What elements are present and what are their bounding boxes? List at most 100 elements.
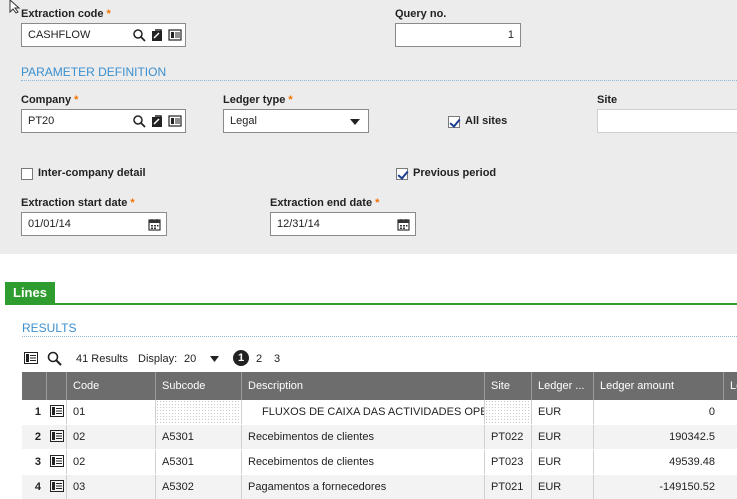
- required-marker: *: [288, 94, 293, 106]
- page-link[interactable]: 3: [274, 353, 280, 365]
- cell-site: PT021: [484, 475, 531, 499]
- calendar-icon[interactable]: [397, 218, 410, 231]
- cell-code: 02: [66, 425, 155, 449]
- end-date-value: 12/31/14: [277, 218, 320, 230]
- site-field[interactable]: [597, 109, 737, 133]
- required-marker: *: [130, 197, 135, 209]
- display-count-value: 20: [184, 353, 197, 365]
- display-label: Display:: [138, 353, 178, 365]
- cell-site: PT023: [484, 450, 531, 474]
- company-field[interactable]: PT20: [21, 109, 186, 133]
- cell-subcode: A5301: [155, 425, 241, 449]
- table-row[interactable]: 3 02 A5301 Recebimentos de clientes PT02…: [22, 450, 737, 474]
- dropdown-arrow-icon: [350, 119, 360, 125]
- column-header-ledger-currency[interactable]: Ledger ...: [531, 372, 593, 400]
- row-detail-icon[interactable]: [50, 430, 64, 442]
- column-header-description[interactable]: Description: [241, 372, 484, 400]
- search-icon[interactable]: [47, 351, 63, 366]
- end-date-field[interactable]: 12/31/14: [270, 212, 416, 236]
- goto-icon[interactable]: [150, 114, 164, 128]
- table-row[interactable]: 2 02 A5301 Recebimentos de clientes PT02…: [22, 425, 737, 449]
- cell-amount: -149150.52: [593, 475, 723, 499]
- extraction-code-label: Extraction code *: [21, 8, 111, 20]
- cell-site: PT022: [484, 425, 531, 449]
- required-marker: *: [375, 197, 380, 209]
- tab-underline: [5, 303, 737, 305]
- intercompany-checkbox[interactable]: [21, 168, 33, 180]
- cell-amount: 190342.5: [593, 425, 723, 449]
- dropdown-arrow-icon[interactable]: [210, 356, 219, 362]
- row-detail-icon[interactable]: [50, 455, 64, 467]
- ledger-type-value: Legal: [230, 115, 257, 127]
- start-date-label: Extraction start date *: [21, 197, 135, 209]
- column-header-subcode[interactable]: Subcode: [155, 372, 241, 400]
- cell-currency: EUR: [531, 475, 593, 499]
- column-header-truncated[interactable]: Le: [723, 372, 737, 400]
- cell-amount: 0: [593, 400, 723, 424]
- query-no-field[interactable]: 1: [395, 23, 521, 47]
- company-value: PT20: [28, 115, 55, 127]
- tab-lines[interactable]: Lines: [5, 282, 55, 304]
- calendar-icon[interactable]: [148, 218, 161, 231]
- row-number: 3: [34, 456, 41, 468]
- column-header-site[interactable]: Site: [484, 372, 531, 400]
- detail-icon[interactable]: [168, 114, 182, 128]
- cell-code: 03: [66, 475, 155, 499]
- row-detail-icon[interactable]: [50, 480, 64, 492]
- table-row[interactable]: 4 03 A5302 Pagamentos a fornecedores PT0…: [22, 475, 737, 499]
- results-grid-header: Code Subcode Description Site Ledger ...…: [22, 372, 737, 400]
- list-view-icon[interactable]: [24, 352, 38, 364]
- search-icon[interactable]: [132, 28, 146, 42]
- all-sites-checkbox[interactable]: [448, 116, 460, 128]
- start-date-field[interactable]: 01/01/14: [21, 212, 167, 236]
- extraction-code-field[interactable]: CASHFLOW: [21, 23, 186, 47]
- detail-icon[interactable]: [168, 28, 182, 42]
- mouse-cursor-icon: [9, 0, 21, 14]
- cell-description: Recebimentos de clientes: [241, 425, 484, 449]
- ledger-type-select[interactable]: Legal: [223, 109, 369, 133]
- required-marker: *: [74, 94, 79, 106]
- cell-description: Pagamentos a fornecedores: [241, 475, 484, 499]
- display-count-select[interactable]: 20: [184, 353, 196, 365]
- ledger-type-label: Ledger type *: [223, 94, 293, 106]
- parameter-definition-title: PARAMETER DEFINITION: [21, 65, 167, 79]
- goto-icon[interactable]: [150, 28, 164, 42]
- search-icon[interactable]: [132, 114, 146, 128]
- required-marker: *: [106, 8, 111, 20]
- previous-period-label: Previous period: [413, 167, 497, 179]
- section-divider: [21, 80, 737, 81]
- cell-currency: EUR: [531, 425, 593, 449]
- row-number: 2: [34, 431, 41, 443]
- extraction-code-value: CASHFLOW: [28, 29, 91, 41]
- row-number: 1: [34, 406, 41, 418]
- start-date-value: 01/01/14: [28, 218, 71, 230]
- page-link[interactable]: 2: [256, 353, 262, 365]
- cell-subcode: A5301: [155, 450, 241, 474]
- end-date-label: Extraction end date *: [270, 197, 380, 209]
- cell-currency: EUR: [531, 400, 593, 424]
- cell-site: [484, 400, 531, 424]
- intercompany-label: Inter-company detail: [38, 167, 146, 179]
- results-divider: [22, 336, 737, 337]
- row-number: 4: [34, 481, 41, 493]
- row-detail-icon[interactable]: [50, 405, 64, 417]
- query-no-label: Query no.: [395, 8, 447, 20]
- column-header-code[interactable]: Code: [66, 372, 155, 400]
- column-header-ledger-amount[interactable]: Ledger amount: [593, 372, 723, 400]
- criteria-panel: Extraction code * CASHFLOW Query no. 1 PA…: [0, 0, 737, 254]
- cell-subcode: [155, 400, 241, 424]
- cell-subcode: A5302: [155, 475, 241, 499]
- site-label: Site: [597, 94, 618, 106]
- cell-currency: EUR: [531, 450, 593, 474]
- cell-description: Recebimentos de clientes: [241, 450, 484, 474]
- results-title: RESULTS: [22, 321, 77, 335]
- all-sites-label: All sites: [465, 115, 508, 127]
- previous-period-checkbox[interactable]: [396, 168, 408, 180]
- cell-code: 01: [66, 400, 155, 424]
- rownum-header: [22, 372, 46, 400]
- cell-code: 02: [66, 450, 155, 474]
- table-row[interactable]: 1 01 FLUXOS DE CAIXA DAS ACTIVIDADES OPE…: [22, 400, 737, 424]
- cell-description: FLUXOS DE CAIXA DAS ACTIVIDADES OPER: [241, 400, 484, 424]
- company-label: Company *: [21, 94, 79, 106]
- page-current[interactable]: 1: [233, 350, 249, 366]
